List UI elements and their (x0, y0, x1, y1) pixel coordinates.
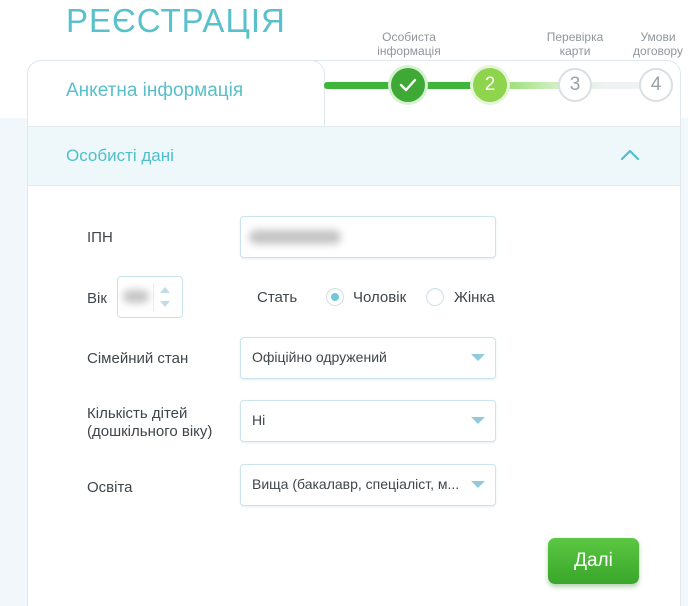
step-1-done (391, 68, 425, 102)
card-title: Анкетна інформація (66, 80, 244, 101)
education-label: Освіта (87, 479, 133, 496)
section-title: Особисті дані (66, 146, 174, 165)
dropdown-caret-icon (471, 354, 485, 361)
next-button[interactable]: Далі (548, 538, 639, 584)
chevron-up-icon[interactable] (619, 147, 641, 163)
increment-icon[interactable] (160, 287, 170, 293)
ipn-input[interactable] (240, 216, 496, 258)
dropdown-caret-icon (471, 417, 485, 424)
step-3-pending: 3 (558, 68, 592, 102)
checkmark-icon (399, 78, 417, 92)
gender-male-label[interactable]: Чоловік (353, 289, 406, 307)
step-2-active: 2 (473, 68, 507, 102)
marital-label: Сімейний стан (87, 350, 189, 367)
gender-male-radio[interactable] (326, 288, 344, 306)
decrement-icon[interactable] (160, 301, 170, 307)
children-label: Кількість дітей (дошкільного віку) (87, 405, 213, 440)
ipn-label: ІПН (87, 229, 113, 246)
education-select[interactable]: Вища (бакалавр, спеціаліст, м... (240, 464, 496, 506)
age-stepper[interactable] (117, 276, 183, 318)
step-3-label: Перевірка карти (546, 30, 604, 58)
gender-label: Стать (257, 289, 298, 306)
marital-select[interactable]: Офіційно одружений (240, 337, 496, 379)
gender-female-label[interactable]: Жінка (454, 289, 495, 307)
page-title: РЕЄСТРАЦІЯ (66, 2, 286, 39)
step-4-label: Умови договору (633, 30, 683, 58)
children-value: Ні (252, 412, 266, 428)
age-label: Вік (87, 290, 107, 307)
redacted-value (249, 230, 341, 244)
children-select[interactable]: Ні (240, 400, 496, 442)
education-value: Вища (бакалавр, спеціаліст, м... (252, 476, 460, 492)
marital-value: Офіційно одружений (252, 349, 387, 365)
stepper-divider (153, 283, 154, 311)
step-4-pending: 4 (639, 68, 673, 102)
gender-female-radio[interactable] (426, 288, 444, 306)
step-1-label: Особиста інформація (377, 30, 441, 58)
dropdown-caret-icon (471, 481, 485, 488)
redacted-value (123, 290, 149, 303)
